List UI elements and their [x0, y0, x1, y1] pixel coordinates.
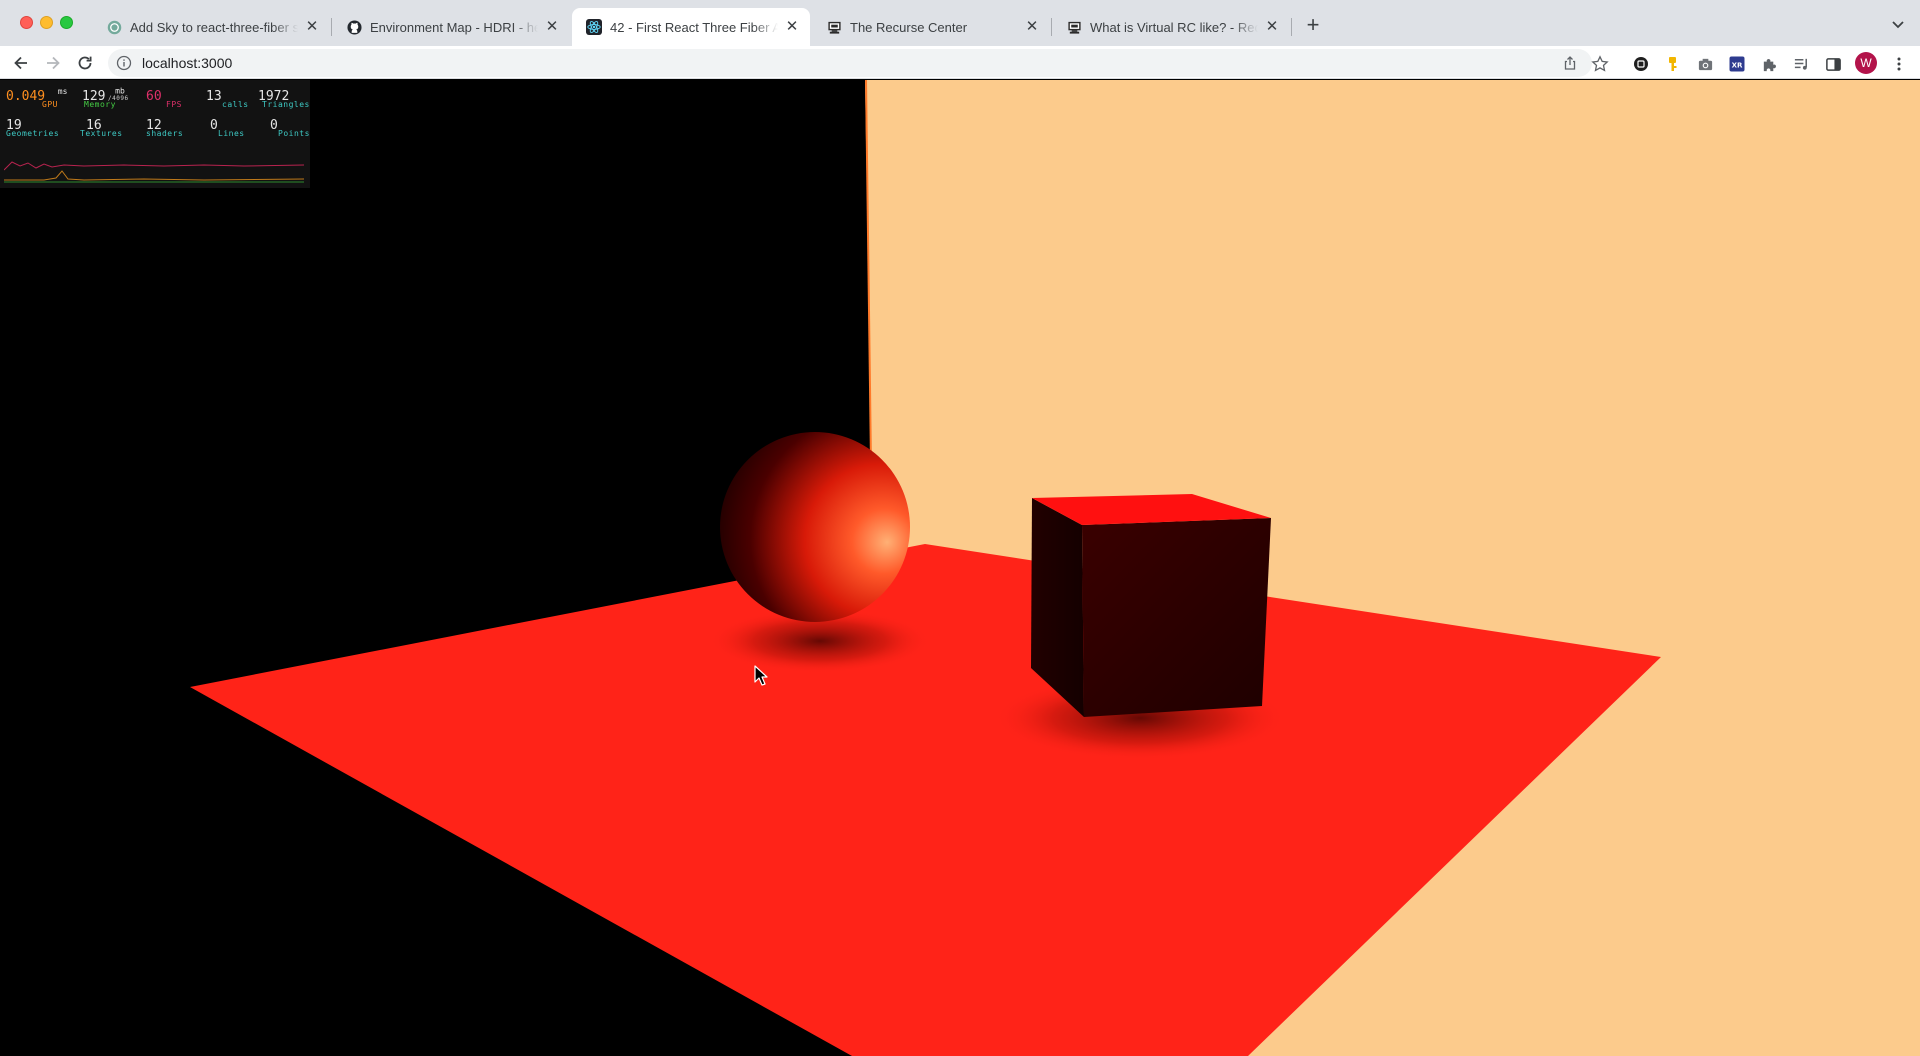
tab-search-chevron-icon[interactable]	[1888, 14, 1908, 34]
shaders-stat: 12 shaders	[146, 114, 183, 138]
github-icon	[346, 19, 362, 35]
chatgpt-icon	[106, 19, 122, 35]
points-stat: 0 Points	[270, 114, 309, 138]
fullscreen-window-button[interactable]	[60, 16, 73, 29]
share-icon[interactable]	[1562, 55, 1578, 71]
fps-graph-line	[4, 161, 304, 171]
forward-button[interactable]	[41, 51, 65, 75]
browser-menu-icon[interactable]	[1890, 55, 1908, 73]
calls-label: calls	[222, 100, 249, 109]
triangles-stat: 1972 Triangles	[258, 85, 309, 109]
textures-label: Textures	[80, 129, 123, 138]
fps-stat: 60 FPS	[146, 85, 181, 109]
recurse-icon	[1066, 19, 1082, 35]
profile-avatar[interactable]: W	[1855, 52, 1877, 74]
points-value: 0	[270, 118, 278, 133]
close-tab-icon[interactable]: ✕	[1264, 19, 1280, 35]
close-tab-icon[interactable]: ✕	[544, 19, 560, 35]
recurse-icon	[826, 19, 842, 35]
gpu-label: GPU	[42, 100, 58, 109]
react-icon	[586, 19, 602, 35]
gpu-unit: ms	[57, 86, 68, 96]
tab-separator	[1291, 18, 1292, 36]
bookmark-star-icon[interactable]	[1591, 55, 1609, 73]
url-text: localhost:3000	[142, 55, 233, 71]
close-tab-icon[interactable]: ✕	[784, 19, 800, 35]
gpu-value: 0.049	[6, 89, 46, 104]
tab-recurse-center[interactable]: The Recurse Center ✕	[812, 8, 1050, 46]
perf-stats-panel[interactable]: 0.049 ms GPU 129 mb /4096 Memory 60 FPS …	[0, 80, 310, 188]
tab-strip: Add Sky to react-three-fiber sc ✕ Enviro…	[0, 0, 1920, 46]
calls-value: 13	[206, 89, 222, 104]
textures-stat: 16 Textures	[80, 114, 122, 138]
extension-key-icon[interactable]	[1664, 55, 1682, 73]
tab-title: Environment Map - HDRI - hers	[370, 19, 538, 35]
lines-value: 0	[210, 118, 218, 133]
tab-title: What is Virtual RC like? - Recu	[1090, 19, 1258, 35]
side-panel-icon[interactable]	[1824, 55, 1842, 73]
minimize-window-button[interactable]	[40, 16, 53, 29]
tab-github[interactable]: Environment Map - HDRI - hers ✕	[332, 8, 570, 46]
webxr-extension-icon[interactable]: XR	[1728, 55, 1746, 73]
fps-value: 60	[146, 89, 162, 104]
geometries-label: Geometries	[6, 129, 60, 138]
webgl-canvas[interactable]: 0.049 ms GPU 129 mb /4096 Memory 60 FPS …	[0, 80, 1920, 1056]
points-label: Points	[278, 129, 310, 138]
triangles-label: Triangles	[262, 100, 310, 109]
browser-toolbar: localhost:3000 XR W	[0, 46, 1920, 79]
new-tab-button[interactable]: +	[1300, 13, 1326, 39]
sphere-mesh	[720, 432, 910, 622]
memory-label: Memory	[84, 100, 116, 109]
address-bar[interactable]: localhost:3000	[108, 49, 1592, 77]
media-queue-icon[interactable]	[1792, 55, 1810, 73]
tab-virtual-rc[interactable]: What is Virtual RC like? - Recu ✕	[1052, 8, 1290, 46]
extension-dark-circle-icon[interactable]	[1632, 55, 1650, 73]
three-scene	[190, 80, 1920, 1056]
camera-icon[interactable]	[1696, 55, 1714, 73]
close-window-button[interactable]	[20, 16, 33, 29]
tab-chatgpt[interactable]: Add Sky to react-three-fiber sc ✕	[92, 8, 330, 46]
site-info-icon[interactable]	[116, 55, 132, 71]
shaders-label: shaders	[146, 129, 184, 138]
reload-button[interactable]	[73, 51, 97, 75]
perf-graph	[4, 161, 304, 183]
lines-stat: 0 Lines	[210, 114, 244, 138]
memory-stat: 129 mb /4096 Memory	[82, 85, 128, 109]
tab-title: Add Sky to react-three-fiber sc	[130, 19, 298, 35]
lines-label: Lines	[218, 129, 245, 138]
tab-title: 42 - First React Three Fiber Ap	[610, 19, 778, 35]
fps-label: FPS	[166, 100, 182, 109]
tab-react-three-fiber-app[interactable]: 42 - First React Three Fiber Ap ✕	[572, 8, 810, 46]
extensions-puzzle-icon[interactable]	[1760, 55, 1778, 73]
close-tab-icon[interactable]: ✕	[1024, 19, 1040, 35]
cube-front-face	[1082, 518, 1271, 717]
gpu-graph-line	[4, 170, 304, 181]
tab-title: The Recurse Center	[850, 19, 968, 35]
calls-stat: 13 calls	[206, 85, 248, 109]
back-button[interactable]	[9, 51, 33, 75]
svg-text:XR: XR	[1732, 62, 1743, 70]
gpu-stat: 0.049 ms GPU	[6, 85, 68, 109]
geometries-stat: 19 Geometries	[6, 114, 59, 138]
close-tab-icon[interactable]: ✕	[304, 19, 320, 35]
